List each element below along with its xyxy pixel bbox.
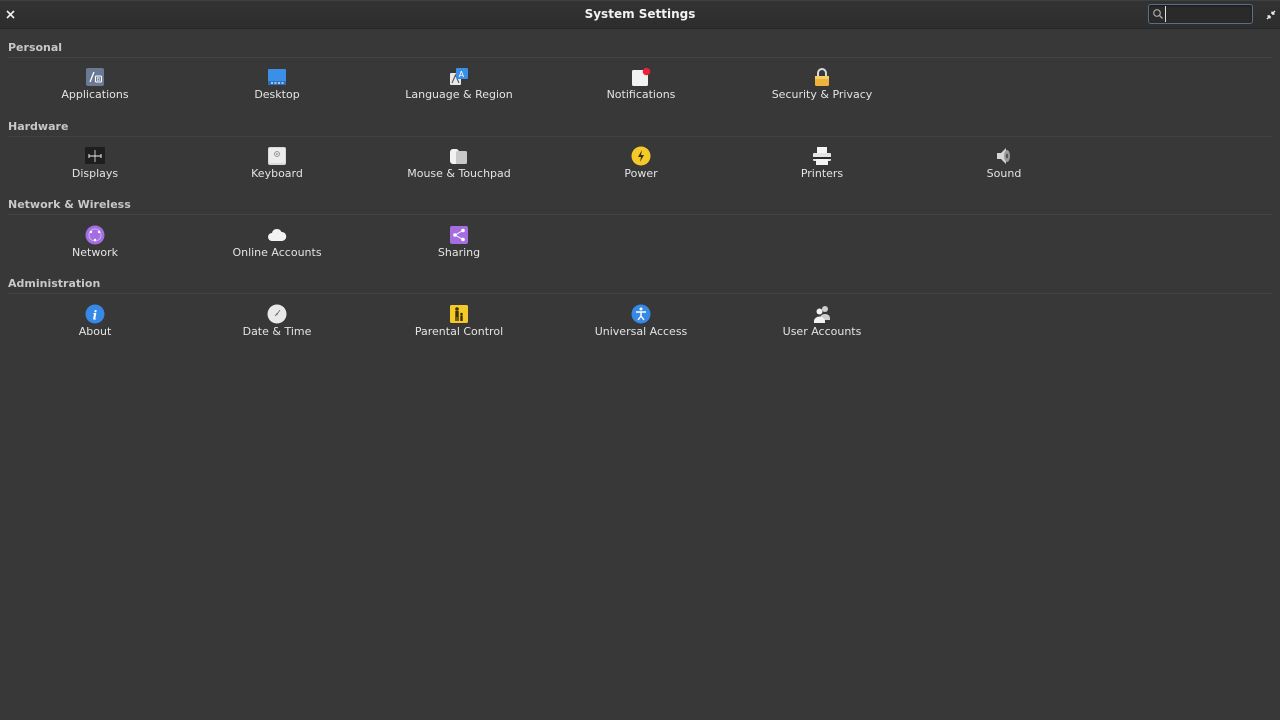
desktop-icon [268, 69, 286, 85]
svg-text:B: B [97, 77, 101, 83]
search-icon [1153, 9, 1163, 19]
search-input[interactable] [1165, 6, 1249, 22]
settings-item-notifications[interactable]: Notifications [566, 67, 716, 111]
settings-item-applications[interactable]: B Applications [20, 67, 170, 111]
search-field[interactable] [1148, 4, 1253, 24]
section-divider [8, 136, 1272, 137]
settings-item-sharing[interactable]: Sharing [384, 225, 534, 269]
applications-icon: B [86, 68, 104, 86]
users-icon [814, 306, 830, 323]
settings-item-label: Date & Time [242, 325, 312, 338]
window-title: System Settings [584, 7, 696, 21]
section-title-network-wireless: Network & Wireless [8, 198, 131, 211]
svg-text:A: A [459, 70, 465, 79]
settings-item-label: Network [72, 246, 118, 259]
settings-item-label: Notifications [606, 88, 676, 101]
section-title-hardware: Hardware [8, 120, 69, 133]
settings-item-label: Sound [986, 167, 1022, 180]
settings-item-label: Universal Access [594, 325, 688, 338]
settings-item-universal-access[interactable]: Universal Access [566, 304, 716, 348]
mouse-icon [450, 149, 467, 164]
section-title-personal: Personal [8, 41, 63, 54]
settings-item-mouse-touchpad[interactable]: Mouse & Touchpad [384, 146, 534, 190]
settings-item-label: About [78, 325, 112, 338]
settings-item-security-privacy[interactable]: Security & Privacy [747, 67, 897, 111]
info-icon: i [85, 304, 105, 324]
settings-item-about[interactable]: i About [20, 304, 170, 348]
settings-item-online-accounts[interactable]: Online Accounts [202, 225, 352, 269]
cloud-icon [268, 228, 287, 241]
settings-item-label: Sharing [437, 246, 481, 259]
section-divider [8, 214, 1272, 215]
settings-item-label: Mouse & Touchpad [407, 167, 511, 180]
settings-item-label: Parental Control [414, 325, 504, 338]
section-divider [8, 57, 1272, 58]
settings-item-language-region[interactable]: A Language & Region [384, 67, 534, 111]
settings-item-printers[interactable]: Printers [747, 146, 897, 190]
settings-item-date-time[interactable]: Date & Time [202, 304, 352, 348]
settings-item-label: Keyboard [251, 167, 303, 180]
section-divider [8, 293, 1272, 294]
settings-item-label: Power [624, 167, 658, 180]
restore-button[interactable] [1264, 7, 1278, 21]
restore-icon [1266, 10, 1276, 20]
header-bar: System Settings [0, 0, 1280, 29]
settings-item-displays[interactable]: Displays [20, 146, 170, 190]
speaker-icon [997, 148, 1010, 164]
settings-item-user-accounts[interactable]: User Accounts [747, 304, 897, 348]
settings-item-label: Security & Privacy [771, 88, 873, 101]
settings-item-label: Displays [71, 167, 119, 180]
settings-item-label: Desktop [254, 88, 300, 101]
network-icon [85, 225, 105, 245]
settings-item-label: Online Accounts [232, 246, 322, 259]
settings-item-network[interactable]: Network [20, 225, 170, 269]
settings-item-label: Printers [800, 167, 844, 180]
displays-icon [85, 147, 105, 164]
accessibility-icon [631, 304, 651, 324]
settings-item-keyboard[interactable]: Keyboard [202, 146, 352, 190]
parental-control-icon [450, 305, 468, 323]
settings-item-desktop[interactable]: Desktop [202, 67, 352, 111]
lock-icon [815, 68, 829, 86]
printer-icon [813, 147, 831, 165]
settings-item-parental-control[interactable]: Parental Control [384, 304, 534, 348]
share-icon [450, 226, 468, 244]
settings-item-label: User Accounts [782, 325, 862, 338]
section-title-administration: Administration [8, 277, 101, 290]
clock-icon [267, 304, 287, 324]
settings-item-power[interactable]: Power [566, 146, 716, 190]
settings-item-sound[interactable]: Sound [929, 146, 1079, 190]
keyboard-icon [268, 147, 286, 165]
settings-item-label: Applications [61, 88, 129, 101]
power-icon [631, 146, 651, 166]
settings-item-label: Language & Region [405, 88, 513, 101]
notifications-icon [632, 67, 651, 86]
svg-text:i: i [93, 309, 98, 323]
language-icon: A [450, 68, 468, 85]
